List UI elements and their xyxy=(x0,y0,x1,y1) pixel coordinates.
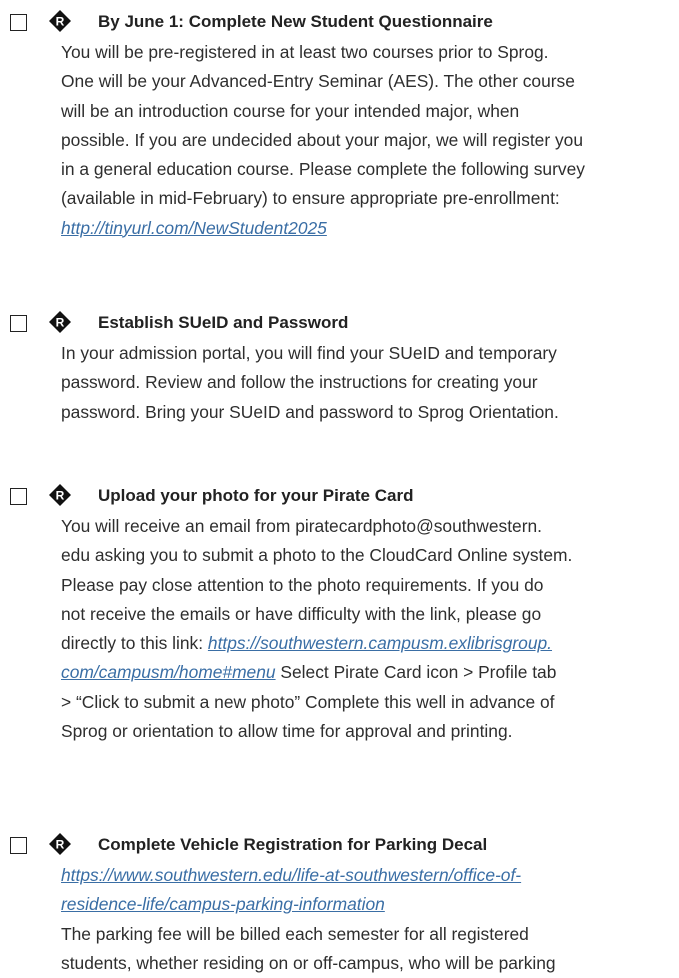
text-line: Sprog or orientation to allow time for a… xyxy=(61,717,671,746)
text-line: password. Review and follow the instruct… xyxy=(61,368,671,397)
checkbox-icon[interactable] xyxy=(10,488,27,505)
text-segment: Select Pirate Card icon > Profile tab xyxy=(275,662,557,683)
text-segment: > “Click to submit a new photo” Complete… xyxy=(61,691,555,712)
text-line: password. Bring your SUeID and password … xyxy=(61,398,671,427)
checkbox-icon[interactable] xyxy=(10,14,27,31)
text-segment: not receive the emails or have difficult… xyxy=(61,603,542,624)
r-diamond-icon: R xyxy=(49,484,71,506)
item-description: You will be pre-registered in at least t… xyxy=(61,38,671,243)
text-line: will be an introduction course for your … xyxy=(61,97,671,126)
text-line: com/campusm/home#menu Select Pirate Card… xyxy=(61,658,671,687)
item-description: You will receive an email from piratecar… xyxy=(61,512,671,746)
url-link[interactable]: residence-life/campus-parking-informatio… xyxy=(61,894,385,914)
checkbox-icon[interactable] xyxy=(10,837,27,854)
svg-text:R: R xyxy=(56,316,65,330)
svg-text:R: R xyxy=(56,489,65,503)
text-segment: in a general education course. Please co… xyxy=(61,159,585,180)
r-diamond-icon: R xyxy=(49,311,71,333)
url-link[interactable]: http://tinyurl.com/NewStudent2025 xyxy=(61,218,327,238)
item-description: https://www.southwestern.edu/life-at-sou… xyxy=(61,861,671,978)
text-segment: will be an introduction course for your … xyxy=(61,100,520,121)
text-line: One will be your Advanced-Entry Seminar … xyxy=(61,67,671,96)
text-line: http://tinyurl.com/NewStudent2025 xyxy=(61,214,671,243)
url-link[interactable]: https://www.southwestern.edu/life-at-sou… xyxy=(61,865,521,885)
text-segment: possible. If you are undecided about you… xyxy=(61,129,583,150)
text-segment: Please pay close attention to the photo … xyxy=(61,574,544,595)
text-line: not receive the emails or have difficult… xyxy=(61,600,671,629)
url-link[interactable]: https://southwestern.campusm.exlibrisgro… xyxy=(208,633,552,653)
text-line: You will receive an email from piratecar… xyxy=(61,512,671,541)
r-diamond-icon: R xyxy=(49,833,71,855)
item-title: Upload your photo for your Pirate Card xyxy=(98,486,414,505)
text-segment: The parking fee will be billed each seme… xyxy=(61,923,529,944)
text-line: in a general education course. Please co… xyxy=(61,155,671,184)
text-line: students, whether residing on or off-cam… xyxy=(61,949,671,978)
text-line: https://www.southwestern.edu/life-at-sou… xyxy=(61,861,671,890)
text-segment: One will be your Advanced-Entry Seminar … xyxy=(61,71,575,92)
text-line: The parking fee will be billed each seme… xyxy=(61,920,671,949)
text-line: > “Click to submit a new photo” Complete… xyxy=(61,688,671,717)
text-segment: (available in mid-February) to ensure ap… xyxy=(61,188,560,209)
text-line: In your admission portal, you will find … xyxy=(61,339,671,368)
text-segment: password. Bring your SUeID and password … xyxy=(61,401,559,422)
text-line: You will be pre-registered in at least t… xyxy=(61,38,671,67)
text-segment: directly to this link: xyxy=(61,633,208,654)
checkbox-icon[interactable] xyxy=(10,315,27,332)
svg-text:R: R xyxy=(56,838,65,852)
text-segment: password. Review and follow the instruct… xyxy=(61,372,538,393)
text-segment: You will receive an email from piratecar… xyxy=(61,516,543,536)
url-link[interactable]: com/campusm/home#menu xyxy=(61,662,276,682)
item-title: Establish SUeID and Password xyxy=(98,313,349,332)
text-line: (available in mid-February) to ensure ap… xyxy=(61,184,671,213)
item-title: By June 1: Complete New Student Question… xyxy=(98,12,493,31)
text-line: possible. If you are undecided about you… xyxy=(61,126,671,155)
item-description: In your admission portal, you will find … xyxy=(61,339,671,427)
text-segment: students, whether residing on or off-cam… xyxy=(61,952,556,973)
r-diamond-icon: R xyxy=(49,10,71,32)
text-line: directly to this link: https://southwest… xyxy=(61,629,671,658)
svg-text:R: R xyxy=(56,15,65,29)
text-segment: edu asking you to submit a photo to the … xyxy=(61,545,573,566)
text-line: residence-life/campus-parking-informatio… xyxy=(61,890,671,919)
text-segment: Sprog or orientation to allow time for a… xyxy=(61,721,513,742)
text-segment: You will be pre-registered in at least t… xyxy=(61,42,549,62)
text-line: Please pay close attention to the photo … xyxy=(61,571,671,600)
item-title: Complete Vehicle Registration for Parkin… xyxy=(98,835,488,854)
text-line: edu asking you to submit a photo to the … xyxy=(61,541,671,570)
text-segment: In your admission portal, you will find … xyxy=(61,343,557,363)
